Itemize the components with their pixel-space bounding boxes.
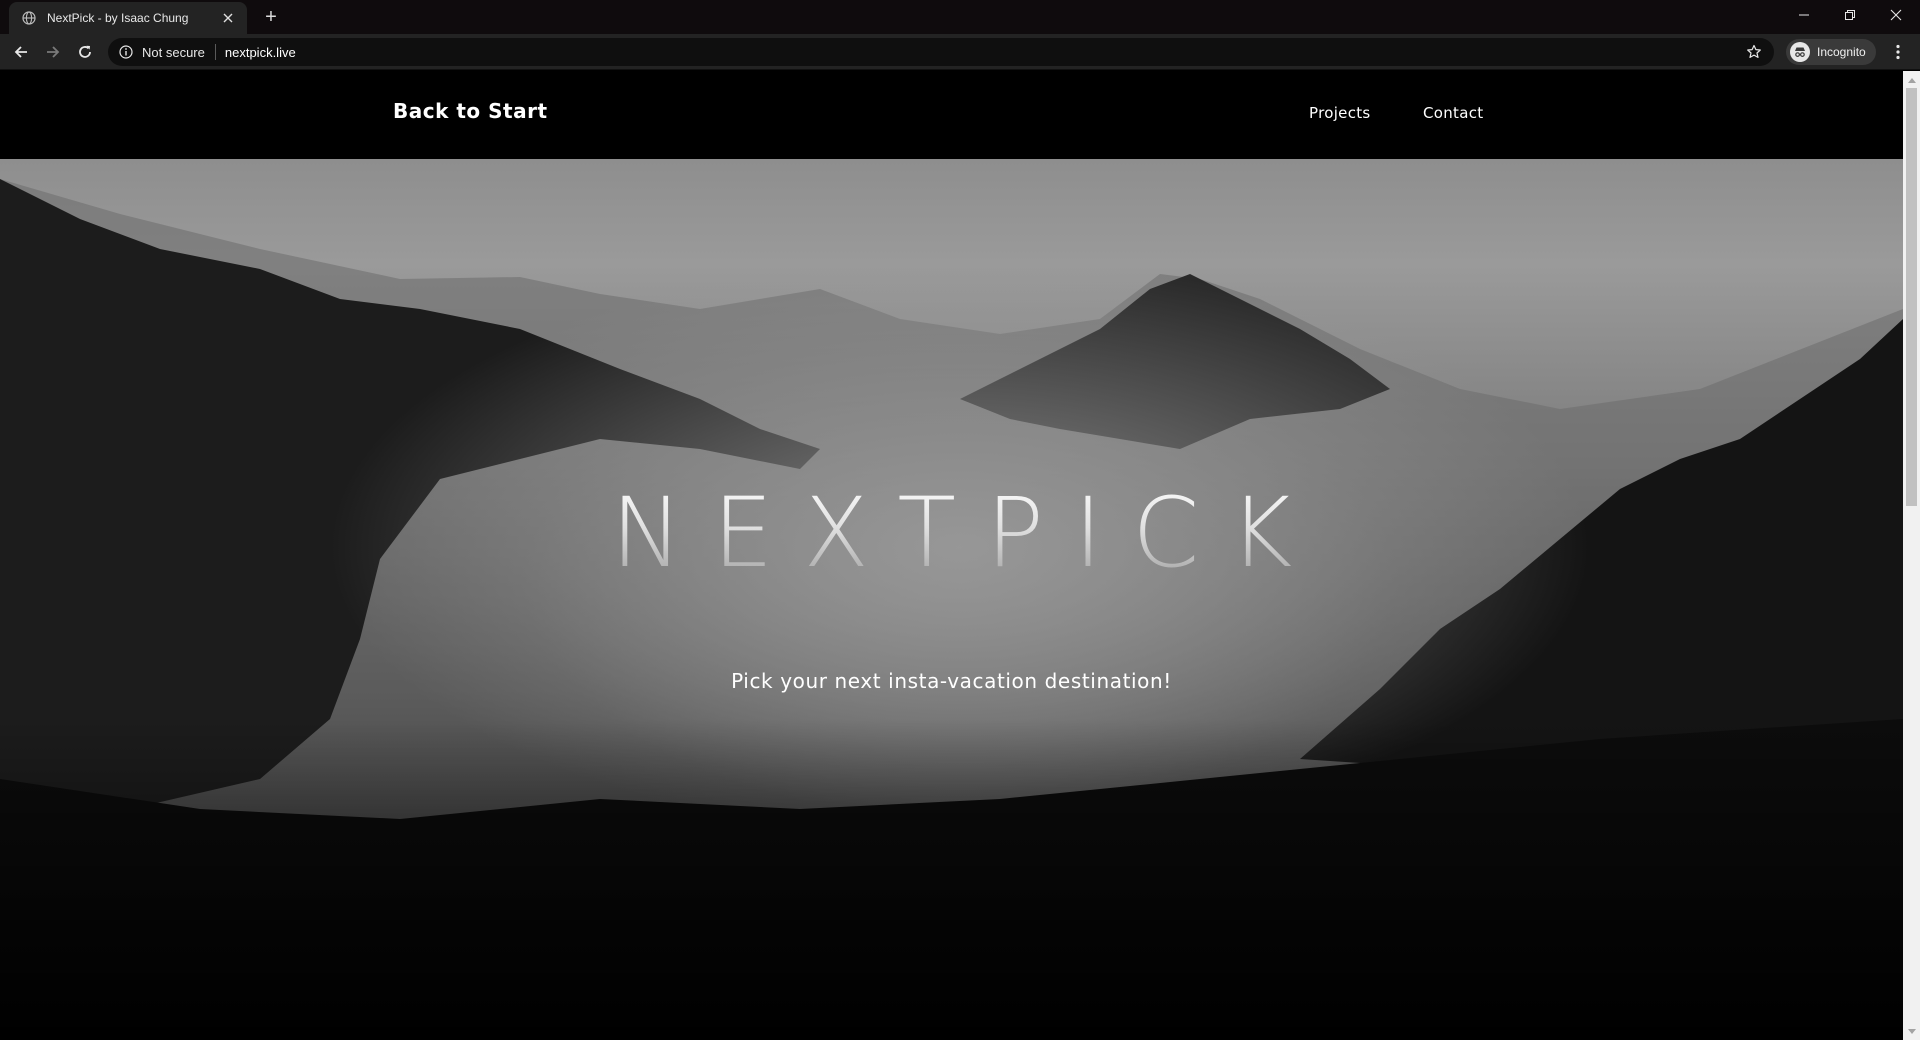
incognito-profile-button[interactable]: Incognito	[1786, 39, 1876, 65]
incognito-icon	[1790, 42, 1810, 62]
page-scrollbar[interactable]	[1903, 71, 1920, 1040]
back-to-start-link[interactable]: Back to Start	[393, 99, 548, 123]
scroll-down-icon[interactable]	[1903, 1023, 1920, 1040]
close-window-icon[interactable]	[1873, 0, 1919, 30]
browser-tab[interactable]: NextPick - by Isaac Chung	[9, 2, 247, 34]
browser-toolbar: Not secure nextpick.live Incognito	[0, 34, 1920, 70]
scroll-up-icon[interactable]	[1903, 71, 1920, 88]
info-icon[interactable]	[118, 44, 134, 60]
globe-icon	[21, 10, 37, 26]
bookmark-star-icon[interactable]	[1746, 44, 1762, 60]
page-viewport: Back to Start Projects Contact NEXTPICK …	[0, 71, 1903, 1040]
misty-mountain-background	[0, 179, 1903, 1040]
incognito-label: Incognito	[1817, 45, 1866, 59]
security-label: Not secure	[142, 44, 205, 60]
hero-subtitle: Pick your next insta-vacation destinatio…	[731, 669, 1172, 693]
forward-icon[interactable]	[40, 40, 66, 64]
hero-section: NEXTPICK Pick your next insta-vacation d…	[0, 159, 1903, 1040]
nav-contact-link[interactable]: Contact	[1423, 104, 1483, 122]
hero-title: NEXTPICK	[0, 477, 1903, 589]
url-text[interactable]: nextpick.live	[225, 45, 296, 60]
browser-tab-bar: NextPick - by Isaac Chung +	[0, 0, 1920, 34]
scrollbar-thumb[interactable]	[1906, 88, 1917, 506]
minimize-icon[interactable]	[1781, 0, 1827, 30]
site-navbar: Back to Start Projects Contact	[0, 71, 1903, 159]
close-tab-icon[interactable]	[219, 9, 237, 27]
back-icon[interactable]	[8, 40, 34, 64]
address-bar[interactable]: Not secure nextpick.live	[108, 38, 1774, 66]
more-menu-icon[interactable]	[1886, 40, 1910, 64]
restore-icon[interactable]	[1827, 0, 1873, 30]
tab-title: NextPick - by Isaac Chung	[47, 11, 189, 25]
nav-projects-link[interactable]: Projects	[1309, 104, 1371, 122]
reload-icon[interactable]	[72, 40, 98, 64]
address-separator	[214, 44, 216, 60]
new-tab-button[interactable]: +	[260, 6, 282, 28]
